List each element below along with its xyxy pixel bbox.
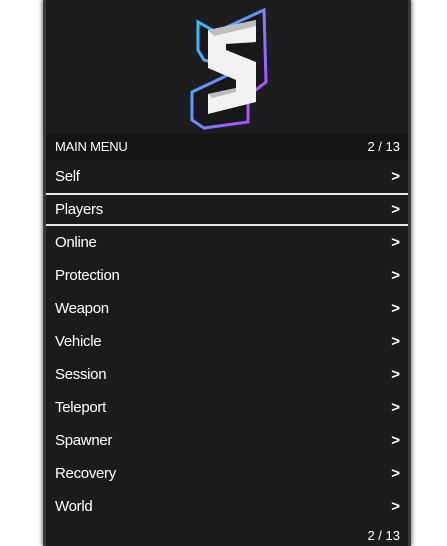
page-indicator: 2 / 13 [367,139,400,154]
chevron-right-icon: > [391,201,400,218]
menu-item-spawner[interactable]: Spawner > [46,424,408,457]
menu-item-label: Protection [55,267,120,284]
chevron-right-icon: > [391,300,400,317]
menu-footer: 2 / 13 [46,523,408,546]
chevron-right-icon: > [391,168,400,185]
chevron-right-icon: > [391,267,400,284]
menu-item-list: Self > Players > Online > Protection > W… [46,160,408,523]
menu-item-label: Session [55,366,107,383]
menu-item-protection[interactable]: Protection > [46,259,408,292]
menu-item-session[interactable]: Session > [46,358,408,391]
chevron-right-icon: > [391,399,400,416]
menu-banner [46,0,408,134]
s-logo-icon [190,7,268,130]
chevron-right-icon: > [391,366,400,383]
chevron-right-icon: > [391,498,400,515]
menu-item-vehicle[interactable]: Vehicle > [46,325,408,358]
menu-item-label: Players [55,201,103,218]
menu-item-label: Spawner [55,432,113,449]
menu-item-label: Teleport [55,399,106,416]
footer-page-indicator: 2 / 13 [367,528,400,543]
chevron-right-icon: > [391,465,400,482]
menu-item-online[interactable]: Online > [46,226,408,259]
menu-title: MAIN MENU [55,139,128,154]
menu-item-self[interactable]: Self > [46,160,408,193]
menu-header: MAIN MENU 2 / 13 [46,134,408,160]
menu-panel: MAIN MENU 2 / 13 Self > Players > Online… [43,0,411,546]
menu-item-players[interactable]: Players > [46,193,408,226]
menu-item-label: Weapon [55,300,109,317]
chevron-right-icon: > [391,234,400,251]
menu-item-recovery[interactable]: Recovery > [46,457,408,490]
menu-item-world[interactable]: World > [46,490,408,523]
menu-item-label: Recovery [55,465,116,482]
menu-item-label: Self [55,168,80,185]
chevron-right-icon: > [391,333,400,350]
chevron-right-icon: > [391,432,400,449]
menu-item-label: World [55,498,93,515]
menu-item-label: Vehicle [55,333,102,350]
menu-item-label: Online [55,234,97,251]
menu-item-teleport[interactable]: Teleport > [46,391,408,424]
menu-item-weapon[interactable]: Weapon > [46,292,408,325]
